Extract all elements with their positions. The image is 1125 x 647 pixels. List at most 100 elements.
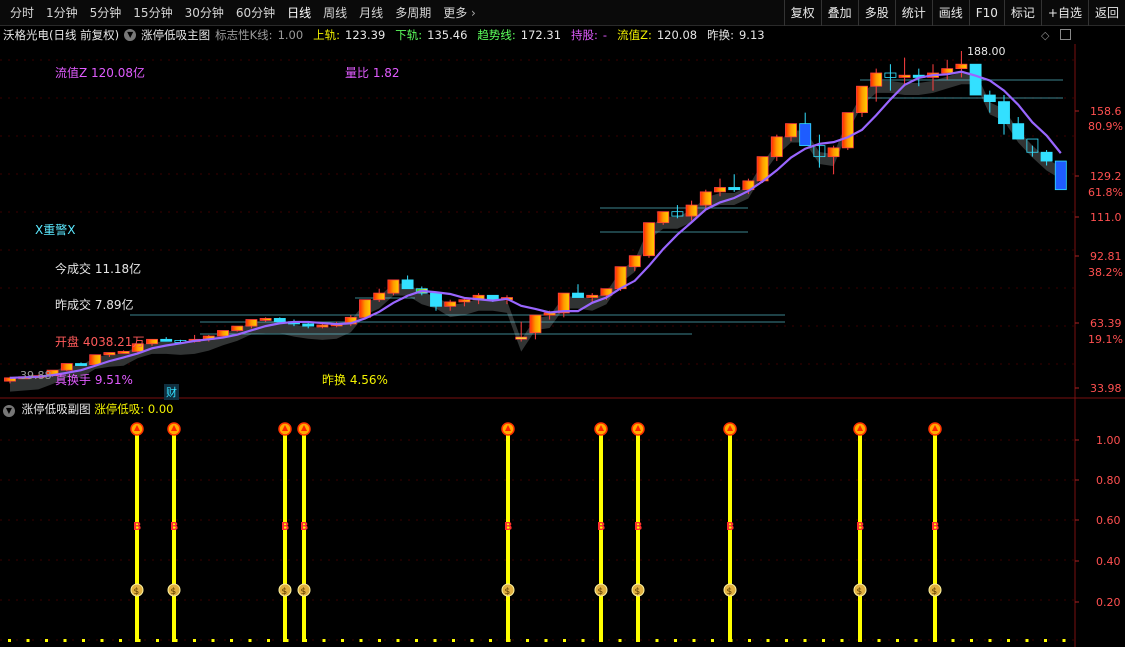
baseline-dot (581, 639, 585, 642)
baseline-dot (951, 639, 955, 642)
candle-body (146, 338, 158, 345)
baseline-dot (785, 639, 788, 642)
baseline-dot (267, 639, 270, 642)
price-tick-label: 63.39 (1090, 317, 1122, 330)
baseline-dot (470, 639, 474, 642)
high-price-label: 188.00 (967, 45, 1006, 58)
channel-band (10, 72, 1061, 392)
baseline-dot (322, 639, 326, 642)
percent-tick-label: 19.1% (1088, 333, 1123, 346)
candle-body (458, 299, 471, 303)
candle-body (245, 319, 258, 327)
baseline-dot (674, 639, 677, 642)
sub-value-label: 涨停低吸: (94, 402, 145, 416)
baseline-dot (341, 639, 344, 642)
low-price-label: 39.88 (20, 369, 52, 382)
candle-body (714, 187, 726, 193)
money-bag-symbol: $ (635, 587, 641, 597)
baseline-dot (415, 639, 418, 642)
baseline-dot (803, 639, 807, 642)
sub-tick-label: 0.20 (1096, 596, 1121, 609)
candle-body (770, 136, 783, 158)
buy-signal-label: B (597, 520, 605, 533)
money-bag-symbol: $ (301, 587, 307, 597)
baseline-dot (896, 639, 899, 642)
baseline-dot (304, 639, 307, 642)
candle-body (259, 318, 272, 321)
baseline-dot (692, 639, 696, 642)
candle-body (657, 211, 670, 224)
baseline-dot (877, 639, 881, 642)
baseline-dot (230, 639, 233, 642)
baseline-dot (729, 639, 733, 642)
baseline-dot (711, 639, 714, 642)
candle-body (430, 292, 442, 307)
candle-body (359, 299, 371, 318)
real-turnover-overlay: 真换手 9.51% (55, 373, 133, 387)
candle-body (685, 204, 698, 217)
sub-chart-infobar: ▼ 涨停低吸副图 涨停低吸: 0.00 (3, 401, 173, 417)
yesterday-turnover-overlay: 昨成交 7.89亿 (55, 298, 134, 312)
candle-body (969, 63, 982, 96)
buy-signal-label: B (170, 520, 178, 533)
candle-body (799, 123, 812, 147)
candle-body (1040, 151, 1053, 162)
percent-tick-label: 38.2% (1088, 266, 1123, 279)
baseline-dot (618, 639, 622, 642)
buy-signal-label: B (281, 520, 289, 533)
baseline-dot (655, 639, 659, 642)
baseline-dot (1007, 639, 1010, 642)
candle-body (557, 292, 570, 314)
candle-body (941, 68, 954, 74)
baseline-dot (933, 639, 936, 642)
candle-body (273, 318, 286, 323)
percent-tick-label: 80.9% (1088, 120, 1123, 133)
candle-body (231, 325, 244, 331)
warning-overlay: X重警X (35, 223, 76, 237)
baseline-dot (285, 639, 289, 642)
baseline-dot (137, 639, 141, 642)
percent-tick-label: 61.8% (1088, 186, 1123, 199)
price-tick-label: 111.0 (1090, 211, 1122, 224)
finance-badge[interactable]: 财 (164, 384, 179, 400)
price-tick-label: 92.81 (1090, 250, 1122, 263)
chart-canvas[interactable]: 158.6 129.2 111.0 92.81 63.39 33.98 80.9% 61.8%… (0, 0, 1125, 647)
baseline-dot (174, 639, 178, 642)
money-bag-symbol: $ (932, 587, 938, 597)
baseline-dot (452, 639, 455, 642)
candle-body (217, 330, 229, 337)
baseline-dot (988, 639, 992, 642)
candle-body (387, 279, 400, 294)
sub-tick-label: 0.60 (1096, 514, 1121, 527)
sub-tick-label: 0.40 (1096, 555, 1121, 568)
yesterday-turnover-rate-overlay: 昨换 4.56% (322, 373, 388, 387)
baseline-dot (26, 639, 30, 642)
price-tick-label: 33.98 (1090, 382, 1122, 395)
baseline-dot (489, 639, 492, 642)
candle-body (785, 123, 797, 138)
today-turnover-overlay: 今成交 11.18亿 (55, 262, 142, 276)
candle-body (444, 301, 457, 307)
candle-body (373, 292, 386, 301)
baseline-dot (822, 639, 825, 642)
baseline-dot (193, 639, 196, 642)
candle-body (572, 292, 584, 298)
buy-signal-label: B (504, 520, 512, 533)
baseline-dot (8, 639, 11, 642)
candle-body (529, 314, 542, 334)
candle-body (983, 94, 996, 103)
candle-body (586, 294, 599, 298)
baseline-dot (970, 639, 973, 642)
baseline-dot (156, 639, 159, 642)
candle-body (401, 279, 414, 290)
chevron-down-icon[interactable]: ▼ (3, 405, 15, 417)
baseline-dot (100, 639, 104, 642)
sub-indicator-name[interactable]: 涨停低吸副图 (22, 402, 91, 416)
candle-body (515, 336, 528, 340)
baseline-dot (119, 639, 122, 642)
baseline-dot (637, 639, 640, 642)
buy-signal-label: B (931, 520, 939, 533)
candle-body (827, 147, 840, 158)
candle-body (302, 323, 315, 327)
candle-body (841, 112, 854, 149)
